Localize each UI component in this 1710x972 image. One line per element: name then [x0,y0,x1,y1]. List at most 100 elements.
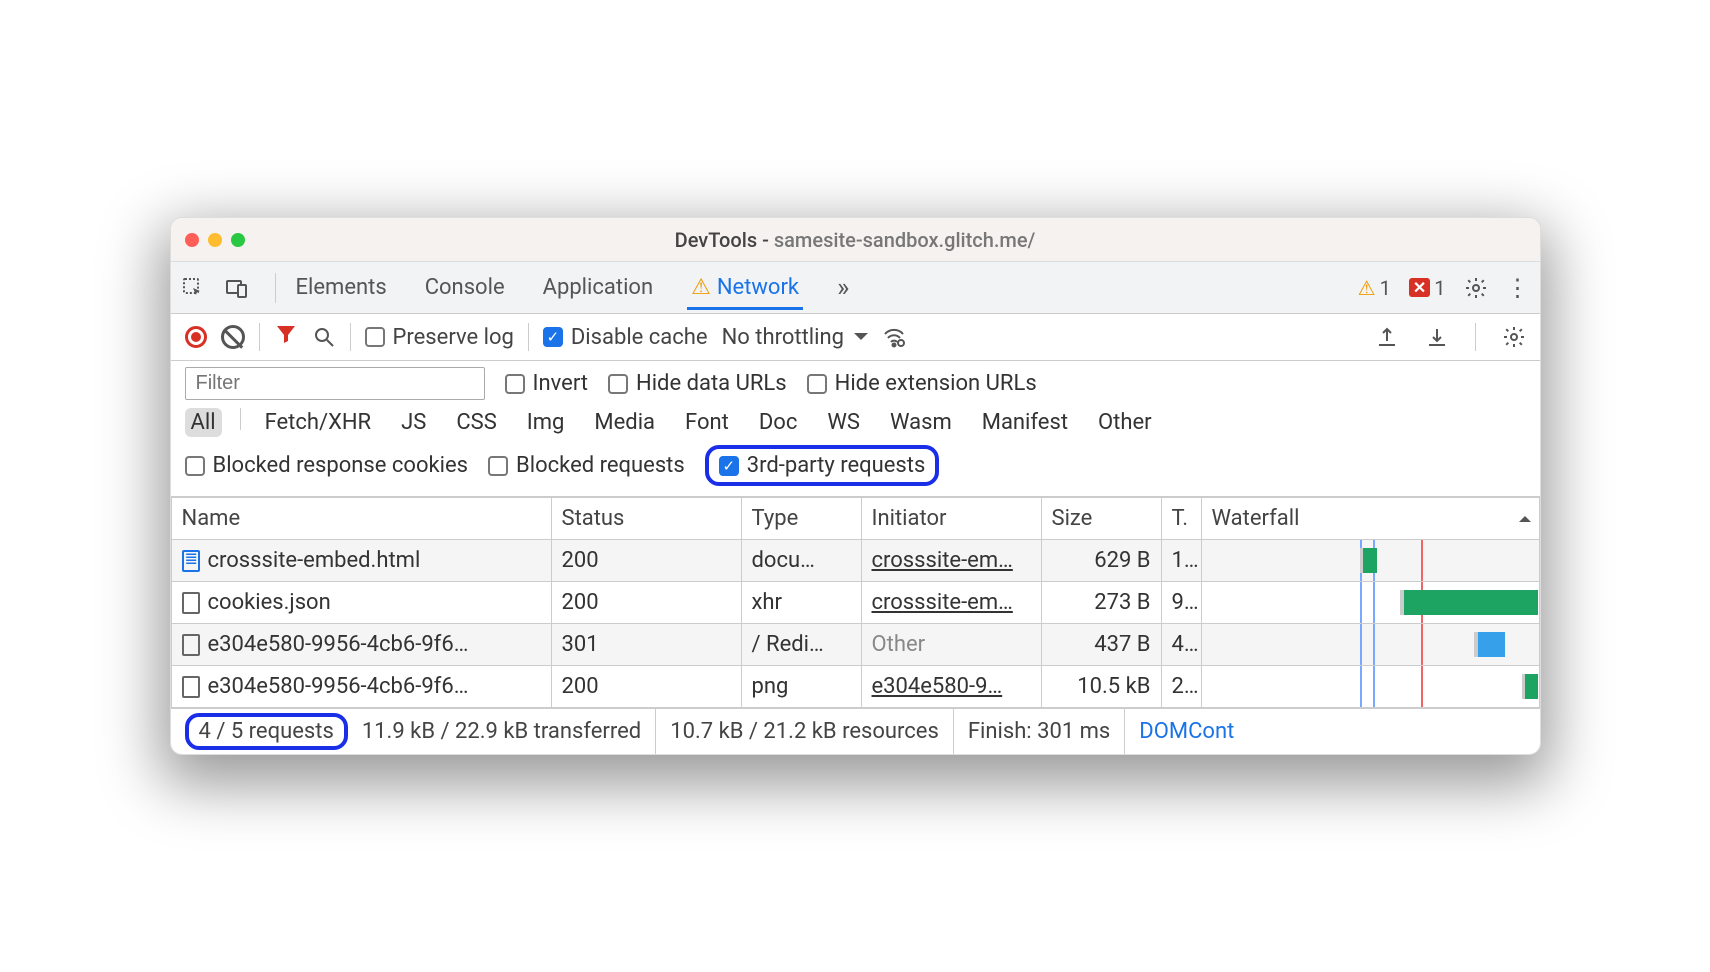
export-har-icon[interactable] [1375,325,1399,349]
blocked-cookies-checkbox[interactable]: Blocked response cookies [185,453,469,478]
request-initiator[interactable]: crosssite-em… [872,548,1013,573]
throttling-select[interactable]: No throttling [722,325,868,350]
maximize-window-button[interactable] [231,233,245,247]
type-chip-all[interactable]: All [185,408,222,437]
request-type: png [752,674,789,699]
window-titlebar: DevTools - samesite-sandbox.glitch.me/ [171,218,1540,262]
table-row[interactable]: e304e580-9956-4cb6-9f6…301/ Redi…Other43… [171,624,1539,666]
document-icon [182,550,200,572]
file-icon [182,634,200,656]
request-time: 9.. [1172,590,1199,615]
clear-button[interactable] [221,325,245,349]
divider [528,323,529,351]
title-url: samesite-sandbox.glitch.me/ [774,228,1035,252]
tab-elements[interactable]: Elements [292,265,391,310]
col-name[interactable]: Name [171,498,551,540]
type-chip-css[interactable]: CSS [450,408,502,437]
warning-icon: ⚠ [691,275,711,300]
blocked-cookies-label: Blocked response cookies [213,453,469,478]
sort-asc-icon [1519,510,1531,522]
more-tabs-button[interactable]: » [833,263,853,313]
main-tabs-bar: Elements Console Application ⚠ Network »… [171,262,1540,314]
status-transferred: 11.9 kB / 22.9 kB transferred [348,709,656,754]
request-time: 4.. [1172,632,1199,657]
col-waterfall[interactable]: Waterfall [1201,498,1539,540]
divider [259,323,260,351]
blocked-requests-checkbox[interactable]: Blocked requests [488,453,685,478]
request-initiator[interactable]: e304e580-9… [872,674,1003,699]
more-menu-icon[interactable]: ⋮ [1506,274,1530,302]
tab-network[interactable]: ⚠ Network [687,265,803,310]
type-chip-font[interactable]: Font [679,408,735,437]
minimize-window-button[interactable] [208,233,222,247]
table-row[interactable]: cookies.json200xhrcrosssite-em…273 B9.. [171,582,1539,624]
checkbox-icon [719,456,739,476]
type-filter-row: All Fetch/XHR JS CSS Img Media Font Doc WS Wasm Ma… [185,408,1526,437]
network-settings-icon[interactable] [1502,325,1526,349]
third-party-requests-checkbox[interactable]: 3rd-party requests [719,453,926,478]
col-initiator[interactable]: Initiator [861,498,1041,540]
type-chip-fetchxhr[interactable]: Fetch/XHR [259,408,378,437]
invert-checkbox[interactable]: Invert [505,371,589,396]
col-waterfall-label: Waterfall [1212,506,1300,531]
request-status: 200 [562,674,599,699]
type-chip-wasm[interactable]: Wasm [884,408,958,437]
status-resources: 10.7 kB / 21.2 kB resources [656,709,954,754]
tab-console[interactable]: Console [421,265,509,310]
devtools-window: DevTools - samesite-sandbox.glitch.me/ E… [170,217,1541,755]
request-initiator[interactable]: crosssite-em… [872,590,1013,615]
search-icon[interactable] [312,325,336,349]
preserve-log-label: Preserve log [393,325,514,350]
warning-icon: ⚠ [1358,276,1376,300]
col-size[interactable]: Size [1041,498,1161,540]
import-har-icon[interactable] [1425,325,1449,349]
close-window-button[interactable] [185,233,199,247]
col-status[interactable]: Status [551,498,741,540]
chevron-down-icon [854,333,868,347]
request-name: crosssite-embed.html [208,548,421,573]
tab-network-label: Network [717,275,799,300]
network-conditions-icon[interactable] [882,325,906,349]
status-requests-wrap: 4 / 5 requests [185,709,348,754]
preserve-log-checkbox[interactable]: Preserve log [365,325,514,350]
checkbox-icon [807,374,827,394]
network-toolbar: Preserve log Disable cache No throttling [171,314,1540,361]
record-button[interactable] [185,326,207,348]
request-size: 273 B [1094,590,1150,615]
panel-tabs: Elements Console Application ⚠ Network » [292,263,854,313]
disable-cache-checkbox[interactable]: Disable cache [543,325,708,350]
col-type[interactable]: Type [741,498,861,540]
type-chip-doc[interactable]: Doc [753,408,804,437]
divider [275,273,276,303]
disable-cache-label: Disable cache [571,325,708,350]
checkbox-icon [365,327,385,347]
tab-application[interactable]: Application [539,265,657,310]
inspect-icon[interactable] [181,276,205,300]
title-prefix: DevTools - [675,228,774,252]
filter-toggle-icon[interactable] [274,322,298,352]
type-chip-media[interactable]: Media [588,408,661,437]
throttling-label: No throttling [722,325,844,350]
issues-warnings-count[interactable]: ⚠ 1 [1358,276,1391,300]
issues-errors-count[interactable]: ✕ 1 [1409,276,1446,300]
request-type: / Redi… [752,632,824,657]
waterfall-cell [1201,582,1539,624]
checkbox-icon [608,374,628,394]
settings-icon[interactable] [1464,276,1488,300]
type-chip-manifest[interactable]: Manifest [976,408,1074,437]
table-row[interactable]: crosssite-embed.html200docu…crosssite-em… [171,540,1539,582]
status-domcontent[interactable]: DOMCont [1125,709,1248,754]
hide-data-urls-checkbox[interactable]: Hide data URLs [608,371,787,396]
request-type: docu… [752,548,815,573]
table-row[interactable]: e304e580-9956-4cb6-9f6…200pnge304e580-9…… [171,666,1539,708]
device-toggle-icon[interactable] [225,276,249,300]
status-requests: 4 / 5 requests [199,719,334,744]
type-chip-other[interactable]: Other [1092,408,1158,437]
type-chip-ws[interactable]: WS [821,408,866,437]
request-name: cookies.json [208,590,331,615]
hide-extension-urls-checkbox[interactable]: Hide extension URLs [807,371,1037,396]
col-time[interactable]: T. [1161,498,1201,540]
type-chip-img[interactable]: Img [521,408,571,437]
type-chip-js[interactable]: JS [395,408,432,437]
filter-input[interactable] [185,367,485,400]
